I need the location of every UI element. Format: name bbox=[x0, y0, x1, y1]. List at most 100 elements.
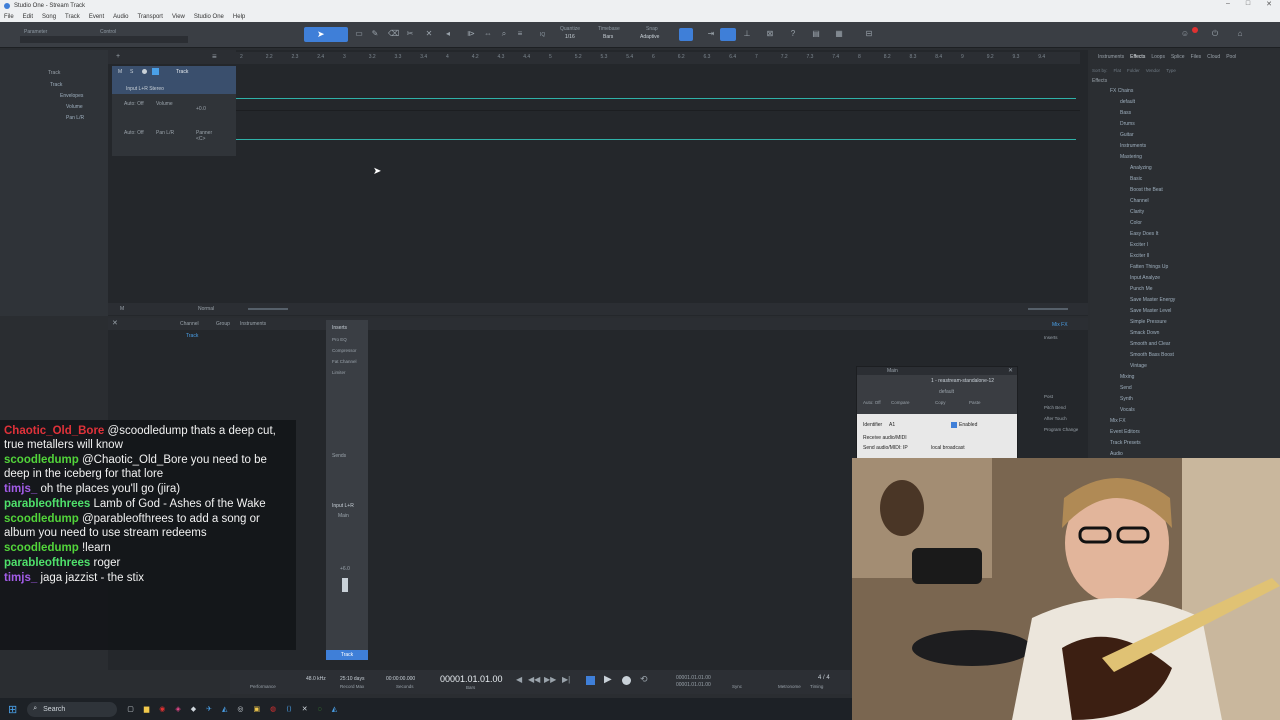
track-menu-icon[interactable]: ≡ bbox=[212, 52, 217, 61]
menu-track[interactable]: Track bbox=[65, 14, 80, 20]
track-header[interactable]: M S Track Input L+R Stereo Auto: Off Vol… bbox=[112, 66, 236, 156]
eraser-icon[interactable]: ⌫ bbox=[388, 29, 399, 39]
browser-tree-item[interactable]: Exciter I bbox=[1110, 240, 1280, 251]
console-tab-instruments[interactable]: Instruments bbox=[240, 321, 266, 327]
sync-label[interactable]: Sync bbox=[732, 684, 742, 689]
sort-type[interactable]: Type bbox=[1166, 68, 1176, 73]
tab-cloud[interactable]: Cloud bbox=[1207, 54, 1220, 60]
menu-audio[interactable]: Audio bbox=[113, 14, 128, 20]
monitor-button[interactable] bbox=[152, 68, 159, 75]
tab-files[interactable]: Files bbox=[1191, 54, 1202, 60]
inspector-tree-item[interactable]: Track bbox=[30, 80, 84, 91]
browser-tree-item[interactable]: Smooth Bass Boost bbox=[1110, 350, 1280, 361]
range-icon[interactable]: ▭ bbox=[354, 29, 364, 39]
tab-instruments[interactable]: Instruments bbox=[1098, 54, 1124, 60]
menu-edit[interactable]: Edit bbox=[23, 14, 33, 20]
end-icon[interactable]: ▶| bbox=[562, 675, 570, 684]
mute-button[interactable]: M bbox=[118, 69, 122, 75]
user-icon[interactable]: ☺ bbox=[1180, 29, 1190, 39]
grid-view-icon[interactable]: ▦ bbox=[834, 29, 844, 39]
plugin-copy[interactable]: Copy bbox=[935, 400, 946, 405]
cursor-follow-icon[interactable]: ⊥ bbox=[742, 29, 752, 39]
split-icon[interactable]: ✂ bbox=[405, 29, 415, 39]
browser-tree-item[interactable]: Vintage bbox=[1110, 361, 1280, 372]
quantize-value[interactable]: 1/16 bbox=[565, 34, 575, 40]
channel-output[interactable]: Main bbox=[338, 513, 349, 519]
pan-automation-line[interactable] bbox=[236, 139, 1076, 140]
arrow-tool-group[interactable]: ➤ bbox=[304, 27, 348, 42]
play-icon[interactable]: ▶ bbox=[604, 674, 612, 685]
app-icon-active[interactable]: ◭ bbox=[332, 705, 337, 713]
console-track-item[interactable]: Track bbox=[186, 333, 198, 339]
close-icon[interactable]: ✕ bbox=[1266, 0, 1272, 8]
effects-root-label[interactable]: Effects bbox=[1092, 78, 1107, 84]
arrange-view[interactable]: + ≡ M Normal ➤ bbox=[108, 50, 1088, 316]
tab-splice[interactable]: Splice bbox=[1171, 54, 1185, 60]
identifier-field[interactable]: A1 bbox=[889, 422, 895, 428]
browser-tree-item[interactable]: Channel bbox=[1110, 196, 1280, 207]
seconds-display[interactable]: 00:00:00.000 bbox=[386, 676, 415, 682]
snap-toggle-button[interactable] bbox=[679, 28, 693, 41]
plugin-instance[interactable]: 1 - reastream-standalone-12 bbox=[931, 378, 994, 384]
power-icon[interactable]: ⏻ bbox=[1210, 29, 1220, 39]
receive-radio[interactable]: Receive audio/MIDI bbox=[863, 435, 907, 441]
menu-file[interactable]: File bbox=[4, 14, 14, 20]
browser-tree-item[interactable]: Mastering bbox=[1110, 152, 1280, 163]
plugin-window[interactable]: Main ✕ 1 - reastream-standalone-12 defau… bbox=[856, 366, 1018, 460]
app-icon-x[interactable]: ✕ bbox=[302, 705, 308, 713]
maximize-icon[interactable]: □ bbox=[1246, 0, 1250, 8]
listen-icon[interactable]: ◂ bbox=[443, 29, 453, 39]
right-item[interactable]: Pitch Bend bbox=[1044, 402, 1078, 413]
snap-value[interactable]: Adaptive bbox=[640, 34, 659, 40]
plugin-preset[interactable]: default bbox=[939, 389, 954, 395]
browser-tree-item[interactable]: Mix FX bbox=[1110, 416, 1280, 427]
track-input[interactable]: Input L+R Stereo bbox=[126, 86, 164, 92]
plugin-titlebar[interactable]: Main ✕ bbox=[857, 367, 1017, 375]
browser-tree-item[interactable]: Instruments bbox=[1110, 141, 1280, 152]
magnify-icon[interactable]: ⌕ bbox=[499, 29, 509, 39]
loop-icon[interactable]: ⟲ bbox=[640, 674, 648, 685]
performance-label[interactable]: Performance bbox=[250, 684, 276, 689]
browser-tree-item[interactable]: Send bbox=[1110, 383, 1280, 394]
pencil-icon[interactable]: ✎ bbox=[370, 29, 380, 39]
browser-tree-item[interactable]: Mixing bbox=[1110, 372, 1280, 383]
menu-view[interactable]: View bbox=[172, 14, 185, 20]
volume-automation-line[interactable] bbox=[236, 98, 1076, 99]
arrange-m-label[interactable]: M bbox=[120, 306, 124, 312]
time-signature[interactable]: 4 / 4 bbox=[818, 675, 830, 681]
browser-tree-item[interactable]: Boost the Beat bbox=[1110, 185, 1280, 196]
position-display[interactable]: 00001.01.01.00 bbox=[440, 674, 503, 684]
tab-pool[interactable]: Pool bbox=[1226, 54, 1236, 60]
menu-song[interactable]: Song bbox=[42, 14, 56, 20]
app-icon-obs[interactable]: ◎ bbox=[237, 705, 243, 713]
record-arm-button[interactable] bbox=[142, 69, 147, 74]
stop-button[interactable] bbox=[586, 676, 595, 685]
parameter-field[interactable] bbox=[20, 36, 100, 43]
inspector-tree-item[interactable]: Pan L/R bbox=[30, 113, 84, 124]
browser-tree-item[interactable]: Exciter II bbox=[1110, 251, 1280, 262]
back-icon[interactable]: ◀◀ bbox=[528, 675, 540, 684]
timeline-ruler[interactable]: 2 2.2 2.3 2.4 3 3.2 3.3 3.4 4 4.2 4.3 4.4 5 5.2 5.3 5.4… bbox=[236, 52, 1080, 64]
control-field[interactable] bbox=[96, 36, 188, 43]
browser-tree-item[interactable]: Fatten Things Up bbox=[1110, 262, 1280, 273]
browser-tree-item[interactable]: FX Chains bbox=[1110, 86, 1280, 97]
loop-start[interactable]: 00001.01.01.00 bbox=[676, 675, 711, 681]
app-icon-yellow[interactable]: ▣ bbox=[254, 705, 261, 713]
menu-event[interactable]: Event bbox=[89, 14, 104, 20]
browser-tree-item[interactable]: Smooth and Clear bbox=[1110, 339, 1280, 350]
record-button[interactable] bbox=[622, 676, 631, 685]
crossfade-icon[interactable]: ⊠ bbox=[765, 29, 775, 39]
volume-fader[interactable] bbox=[342, 578, 348, 592]
mix-fx-label[interactable]: Mix FX bbox=[1052, 322, 1068, 328]
insert-slot[interactable]: Compressor bbox=[332, 345, 357, 356]
tab-loops[interactable]: Loops bbox=[1151, 54, 1165, 60]
browser-tree-item[interactable]: Simple Pressure bbox=[1110, 317, 1280, 328]
browser-tree-item[interactable]: Easy Does It bbox=[1110, 229, 1280, 240]
metronome-label[interactable]: Metronome bbox=[778, 684, 801, 689]
app-icon-vscode[interactable]: ⟨⟩ bbox=[286, 705, 291, 713]
close-console-icon[interactable]: ✕ bbox=[112, 319, 118, 327]
browser-tree-item[interactable]: Drums bbox=[1110, 119, 1280, 130]
plugin-paste[interactable]: Paste bbox=[969, 400, 981, 405]
insert-slot[interactable]: Fat Channel bbox=[332, 356, 357, 367]
plugin-close-icon[interactable]: ✕ bbox=[1008, 367, 1013, 374]
